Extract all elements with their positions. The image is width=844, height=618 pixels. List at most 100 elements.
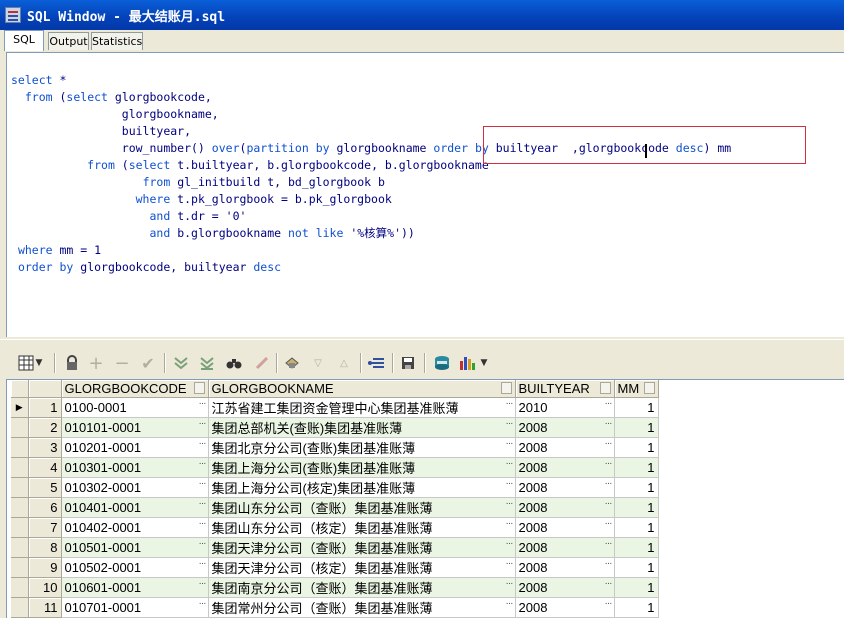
sort-indicator[interactable] [643,382,655,394]
ellipsis-icon[interactable]: ··· [605,558,613,569]
table-row[interactable]: 10 010601-0001 ··· 集团南京分公司（查账）集团基准账薄 ··· 2008… [11,577,659,598]
cell-glorgbookcode[interactable]: 010201-0001 ··· [61,437,209,458]
fetch-last-icon[interactable] [197,353,217,373]
table-row[interactable]: ▶ 1 0100-0001 ··· 江苏省建工集团资金管理中心集团基准账薄 ··· 2010… [11,397,659,418]
ellipsis-icon[interactable]: ··· [605,398,613,409]
ellipsis-icon[interactable]: ··· [506,398,514,409]
find-icon[interactable] [224,353,244,373]
sql-code[interactable]: select * from (select glorgbookcode, glo… [11,72,731,276]
result-grid[interactable]: GLORGBOOKCODE GLORGBOOKNAME BUILTYEAR MM… [6,379,844,618]
cell-glorgbookname[interactable]: 集团总部机关(查账)集团基准账薄 ··· [208,417,516,438]
sql-editor[interactable]: select * from (select glorgbookcode, glo… [6,52,844,337]
cell-mm[interactable]: 1 [614,597,659,618]
row-number[interactable]: 7 [28,517,62,538]
ellipsis-icon[interactable]: ··· [506,598,514,609]
table-row[interactable]: 6 010401-0001 ··· 集团山东分公司（查账）集团基准账薄 ··· 2008 ·… [11,497,659,518]
row-number[interactable]: 5 [28,477,62,498]
cell-glorgbookcode[interactable]: 010601-0001 ··· [61,577,209,598]
cell-builtyear[interactable]: 2008 ··· [515,577,615,598]
fetch-next-icon[interactable] [171,353,191,373]
ellipsis-icon[interactable]: ··· [199,398,207,409]
column-header-glorgbookcode[interactable]: GLORGBOOKCODE [61,380,209,398]
clear-icon[interactable] [252,353,272,373]
ellipsis-icon[interactable]: ··· [506,518,514,529]
row-number[interactable]: 1 [28,397,62,418]
ellipsis-icon[interactable]: ··· [199,438,207,449]
cell-mm[interactable]: 1 [614,397,659,418]
next-record-icon[interactable]: ▽ [308,353,328,373]
cell-mm[interactable]: 1 [614,497,659,518]
post-changes-icon[interactable]: ✔ [138,353,158,373]
cell-builtyear[interactable]: 2008 ··· [515,437,615,458]
row-number[interactable]: 11 [28,597,62,618]
lock-icon[interactable] [62,353,82,373]
ellipsis-icon[interactable]: ··· [605,538,613,549]
table-row[interactable]: 7 010402-0001 ··· 集团山东分公司（核定）集团基准账薄 ··· 2008 ·… [11,517,659,538]
cell-mm[interactable]: 1 [614,517,659,538]
cell-glorgbookcode[interactable]: 010101-0001 ··· [61,417,209,438]
ellipsis-icon[interactable]: ··· [506,578,514,589]
table-row[interactable]: 2 010101-0001 ··· 集团总部机关(查账)集团基准账薄 ··· 2008 ··… [11,417,659,438]
chart-icon[interactable] [458,353,478,373]
ellipsis-icon[interactable]: ··· [199,458,207,469]
cell-mm[interactable]: 1 [614,577,659,598]
cell-mm[interactable]: 1 [614,457,659,478]
table-row[interactable]: 3 010201-0001 ··· 集团北京分公司(查账)集团基准账薄 ··· 2008 ·… [11,437,659,458]
cell-glorgbookcode[interactable]: 010501-0001 ··· [61,537,209,558]
cell-glorgbookname[interactable]: 集团山东分公司（核定）集团基准账薄 ··· [208,517,516,538]
cell-glorgbookcode[interactable]: 010701-0001 ··· [61,597,209,618]
ellipsis-icon[interactable]: ··· [199,478,207,489]
table-row[interactable]: 5 010302-0001 ··· 集团上海分公司(核定)集团基准账薄 ··· 2008 ·… [11,477,659,498]
cell-mm[interactable]: 1 [614,537,659,558]
table-row[interactable]: 9 010502-0001 ··· 集团天津分公司（核定）集团基准账薄 ··· 2008 ·… [11,557,659,578]
single-record-icon[interactable] [366,353,386,373]
cell-glorgbookname[interactable]: 集团山东分公司（查账）集团基准账薄 ··· [208,497,516,518]
previous-record-icon[interactable]: △ [334,353,354,373]
query-by-example-icon[interactable] [282,353,302,373]
table-row[interactable]: 4 010301-0001 ··· 集团上海分公司(查账)集团基准账薄 ··· 2008 ·… [11,457,659,478]
row-indicator[interactable] [11,577,29,598]
column-header-mm[interactable]: MM [614,380,659,398]
dropdown-icon[interactable]: ▼ [33,353,45,373]
ellipsis-icon[interactable]: ··· [605,458,613,469]
row-indicator[interactable]: ▶ [11,397,29,418]
row-indicator[interactable] [11,417,29,438]
cell-mm[interactable]: 1 [614,557,659,578]
cell-builtyear[interactable]: 2008 ··· [515,517,615,538]
corner-cell[interactable] [11,380,29,398]
sort-indicator[interactable] [193,382,205,394]
save-icon[interactable] [398,353,418,373]
table-row[interactable]: 11 010701-0001 ··· 集团常州分公司（查账）集团基准账薄 ··· 2008… [11,597,659,618]
tab-sql[interactable]: SQL [4,30,44,51]
cell-builtyear[interactable]: 2008 ··· [515,477,615,498]
tab-output[interactable]: Output [48,32,89,50]
cell-glorgbookname[interactable]: 集团南京分公司（查账）集团基准账薄 ··· [208,577,516,598]
row-number[interactable]: 2 [28,417,62,438]
row-indicator[interactable] [11,457,29,478]
ellipsis-icon[interactable]: ··· [605,418,613,429]
tab-statistics[interactable]: Statistics [91,32,143,50]
cell-builtyear[interactable]: 2010 ··· [515,397,615,418]
add-record-icon[interactable]: + [86,353,106,374]
ellipsis-icon[interactable]: ··· [199,578,207,589]
cell-builtyear[interactable]: 2008 ··· [515,457,615,478]
row-number[interactable]: 6 [28,497,62,518]
cell-builtyear[interactable]: 2008 ··· [515,497,615,518]
ellipsis-icon[interactable]: ··· [605,578,613,589]
row-number[interactable]: 4 [28,457,62,478]
cell-glorgbookcode[interactable]: 010402-0001 ··· [61,517,209,538]
ellipsis-icon[interactable]: ··· [199,418,207,429]
cell-glorgbookname[interactable]: 集团天津分公司（核定）集团基准账薄 ··· [208,557,516,578]
row-indicator[interactable] [11,597,29,618]
row-number[interactable]: 3 [28,437,62,458]
cell-glorgbookname[interactable]: 江苏省建工集团资金管理中心集团基准账薄 ··· [208,397,516,418]
cell-mm[interactable]: 1 [614,477,659,498]
cell-glorgbookcode[interactable]: 0100-0001 ··· [61,397,209,418]
ellipsis-icon[interactable]: ··· [199,538,207,549]
row-number[interactable]: 9 [28,557,62,578]
ellipsis-icon[interactable]: ··· [199,498,207,509]
ellipsis-icon[interactable]: ··· [605,598,613,609]
row-number[interactable]: 8 [28,537,62,558]
cell-glorgbookname[interactable]: 集团常州分公司（查账）集团基准账薄 ··· [208,597,516,618]
cell-builtyear[interactable]: 2008 ··· [515,537,615,558]
